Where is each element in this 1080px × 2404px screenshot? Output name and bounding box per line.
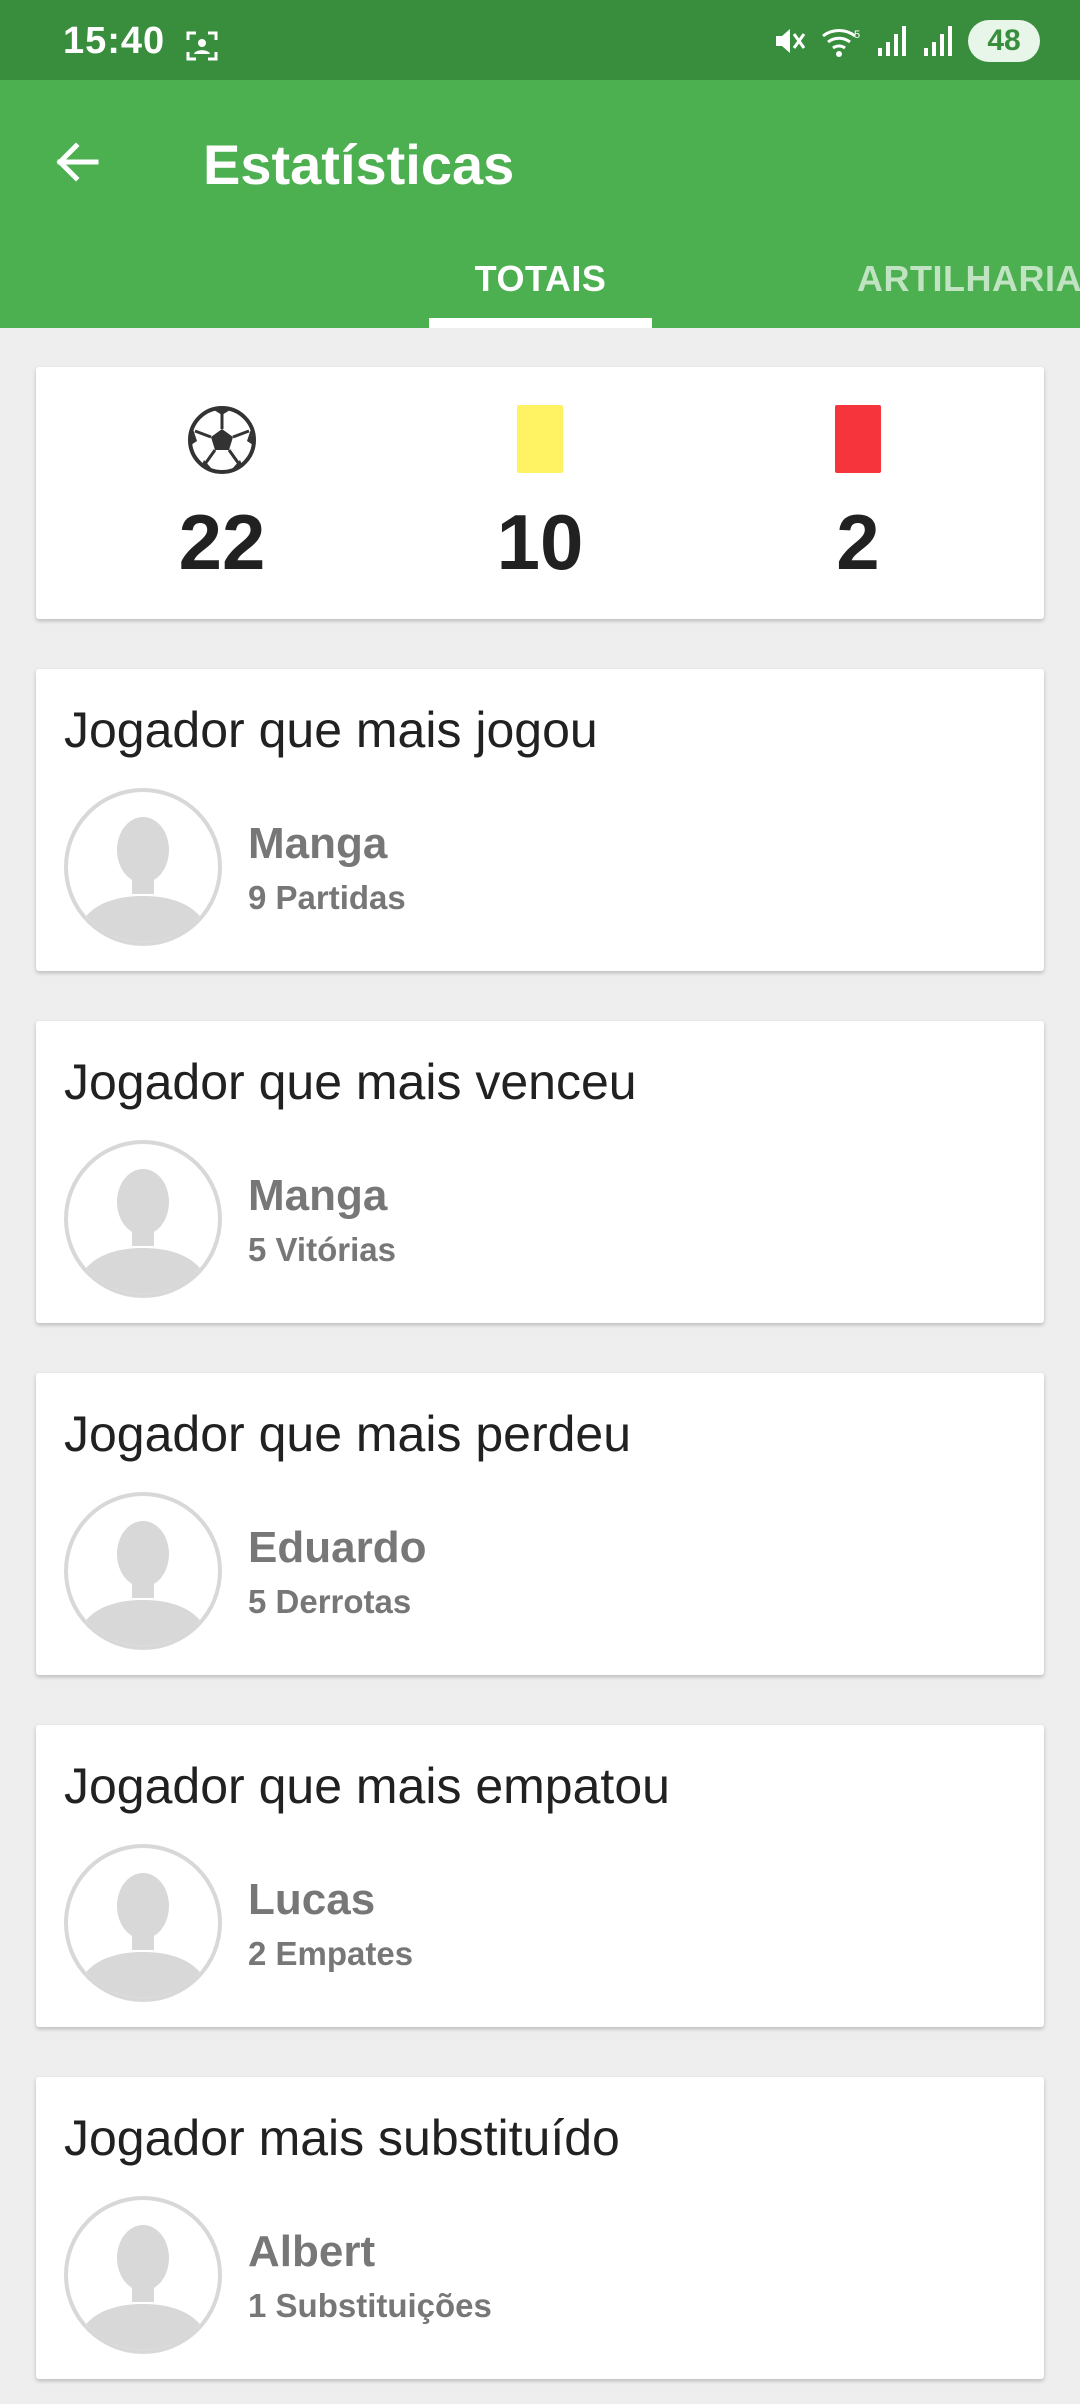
arrow-left-icon[interactable]	[46, 130, 110, 194]
totals-card: 22 10 2	[36, 367, 1044, 619]
avatar	[64, 1844, 222, 2002]
avatar	[64, 1140, 222, 1298]
tab-indicator	[429, 318, 652, 328]
most-losses-card[interactable]: Jogador que mais perdeu Eduardo 5 Derrot…	[36, 1373, 1044, 1675]
signal-icon	[924, 26, 952, 56]
red-card-icon	[835, 405, 881, 473]
screenshot-icon	[186, 31, 218, 61]
most-played-card[interactable]: Jogador que mais jogou Manga 9 Partidas	[36, 669, 1044, 971]
tab-artilharia[interactable]: ARTILHARIA	[857, 258, 1080, 300]
signal-icon	[878, 26, 906, 56]
avatar	[64, 788, 222, 946]
player-name: Manga	[248, 1171, 388, 1220]
svg-text:5: 5	[854, 29, 860, 41]
mute-icon	[776, 29, 806, 53]
person-placeholder-icon	[76, 1169, 210, 1294]
player-name: Albert	[248, 2227, 376, 2276]
soccer-ball-icon	[188, 406, 256, 474]
yellow-cards-value: 10	[496, 498, 584, 586]
player-stat: 9 Partidas	[248, 879, 406, 916]
player-stat: 5 Vitórias	[248, 1231, 396, 1268]
card-title: Jogador que mais jogou	[64, 702, 598, 758]
yellow-card-icon	[517, 405, 563, 473]
most-wins-card[interactable]: Jogador que mais venceu Manga 5 Vitórias	[36, 1021, 1044, 1323]
player-name: Manga	[248, 819, 388, 868]
status-bar: 15:40 5 48	[0, 0, 1080, 80]
wifi-icon: 5	[822, 29, 860, 57]
red-cards-value: 2	[836, 498, 880, 586]
person-placeholder-icon	[76, 1521, 210, 1646]
status-icons: 5 48	[772, 18, 1040, 64]
app-bar: Estatísticas TOTAIS ARTILHARIA	[0, 80, 1080, 328]
person-placeholder-icon	[76, 1873, 210, 1998]
most-substituted-card[interactable]: Jogador mais substituído Albert 1 Substi…	[36, 2077, 1044, 2379]
card-title: Jogador que mais venceu	[64, 1054, 637, 1110]
page-title: Estatísticas	[203, 133, 515, 196]
person-placeholder-icon	[76, 2225, 210, 2350]
avatar	[64, 1492, 222, 1650]
player-stat: 5 Derrotas	[248, 1583, 412, 1620]
player-stat: 1 Substituições	[248, 2287, 492, 2324]
person-placeholder-icon	[76, 817, 210, 942]
player-name: Eduardo	[248, 1523, 427, 1572]
card-title: Jogador mais substituído	[64, 2110, 620, 2166]
battery-indicator: 48	[968, 20, 1040, 62]
card-title: Jogador que mais perdeu	[64, 1406, 632, 1462]
player-name: Lucas	[248, 1875, 376, 1924]
most-draws-card[interactable]: Jogador que mais empatou Lucas 2 Empates	[36, 1725, 1044, 2027]
goals-value: 22	[178, 498, 266, 586]
tab-totais[interactable]: TOTAIS	[429, 258, 652, 300]
avatar	[64, 2196, 222, 2354]
card-title: Jogador que mais empatou	[64, 1758, 670, 1814]
status-time: 15:40	[63, 20, 166, 62]
player-stat: 2 Empates	[248, 1935, 414, 1972]
